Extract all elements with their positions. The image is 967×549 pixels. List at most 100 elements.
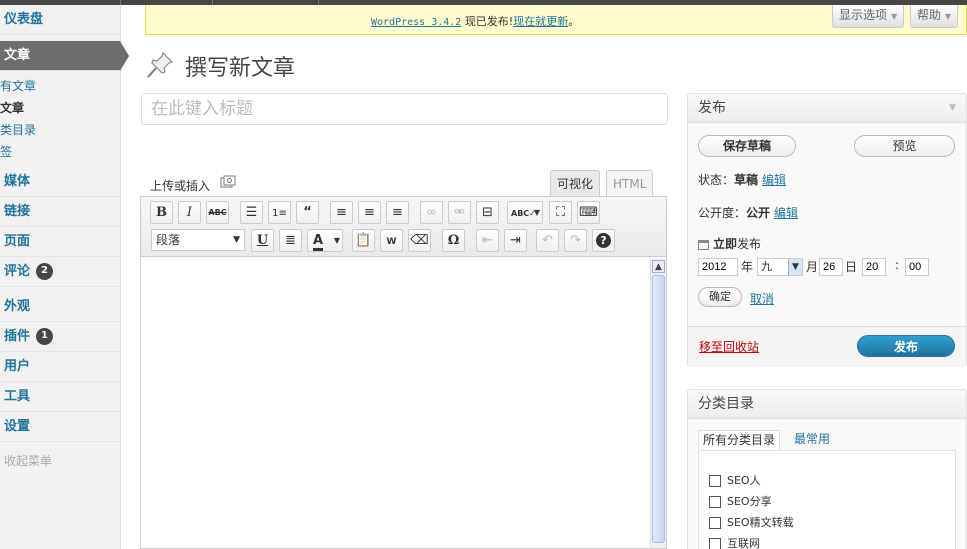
month-select[interactable]: 九 ▼	[757, 258, 803, 276]
checkbox[interactable]	[709, 538, 721, 549]
menu-posts[interactable]: 文章	[0, 41, 129, 71]
publish-label-suffix: 发布	[737, 237, 762, 251]
menu-tools[interactable]: 工具	[0, 382, 120, 412]
menu-appearance[interactable]: 外观	[0, 292, 120, 322]
editor-scrollbar[interactable]: ▲	[650, 258, 666, 548]
justify-button[interactable]: ≣	[279, 229, 302, 252]
underline-button[interactable]: U	[251, 229, 274, 252]
spellcheck-button[interactable]: ABC✓ ▼	[507, 201, 543, 224]
day-unit: 日	[845, 260, 858, 274]
undo-button[interactable]: ↶	[536, 229, 559, 252]
month-value: 九	[761, 260, 772, 273]
menu-settings[interactable]: 设置	[0, 412, 120, 442]
submenu-all-posts[interactable]: 有文章	[0, 77, 36, 95]
category-item[interactable]: SEO分享	[709, 495, 772, 509]
omega-icon: Ω	[447, 233, 460, 248]
insert-more-button[interactable]: ⊟	[476, 201, 499, 224]
fullscreen-button[interactable]: ⛶	[549, 201, 572, 224]
add-media-icon[interactable]	[220, 174, 236, 190]
update-now-link[interactable]: 现在就更新	[513, 15, 568, 28]
align-left-icon: ≡	[336, 205, 347, 220]
strikethrough-button[interactable]: ABC	[206, 201, 229, 224]
kitchen-sink-button[interactable]: ⌨	[577, 201, 600, 224]
tab-most-used[interactable]: 最常用	[790, 430, 834, 451]
menu-dashboard[interactable]: 仪表盘	[0, 5, 120, 35]
category-label: SEO人	[727, 474, 761, 487]
edit-visibility-link[interactable]: 编辑	[774, 206, 798, 220]
align-right-button[interactable]: ≡	[386, 201, 409, 224]
unlink-button[interactable]: ⚮	[448, 201, 471, 224]
indent-button[interactable]: ⇥	[504, 229, 527, 252]
bold-button[interactable]: B	[150, 201, 173, 224]
align-center-button[interactable]: ≡	[358, 201, 381, 224]
menu-users[interactable]: 用户	[0, 352, 120, 382]
paste-text-icon: 📋	[355, 233, 372, 248]
ok-button[interactable]: 确定	[698, 287, 742, 307]
collapse-menu[interactable]: 收起菜单	[4, 452, 52, 469]
format-select-value: 段落	[156, 233, 181, 247]
checkbox[interactable]	[709, 475, 721, 487]
checkbox[interactable]	[709, 517, 721, 529]
version-link[interactable]: WordPress 3.4.2	[371, 17, 461, 28]
hour-input[interactable]	[862, 258, 886, 276]
blockquote-button[interactable]: “	[296, 201, 319, 224]
outdent-button[interactable]: ⇤	[476, 229, 499, 252]
redo-button[interactable]: ↷	[564, 229, 587, 252]
menu-media[interactable]: 媒体	[0, 167, 120, 197]
menu-plugins[interactable]: 插件 1	[0, 322, 120, 352]
bullet-list-icon: ☰	[245, 205, 258, 220]
edit-status-link[interactable]: 编辑	[762, 173, 786, 187]
format-select[interactable]: 段落 ▼	[151, 229, 245, 251]
notice-text: 现已发布!	[464, 15, 514, 28]
align-left-button[interactable]: ≡	[330, 201, 353, 224]
bulleted-list-button[interactable]: ☰	[240, 201, 263, 224]
editor-content-area[interactable]	[141, 258, 650, 548]
help-button[interactable]: 帮助 ▼	[910, 5, 959, 28]
day-input[interactable]	[819, 258, 843, 276]
submenu-new-post[interactable]: 文章	[0, 99, 24, 117]
chevron-down-icon: ▼	[945, 12, 952, 21]
submenu-tags[interactable]: 签	[0, 143, 12, 161]
numbered-list-button[interactable]: 1≡	[268, 201, 291, 224]
calendar-icon	[698, 239, 709, 250]
tab-html[interactable]: HTML	[606, 170, 654, 197]
tab-visual[interactable]: 可视化	[550, 170, 601, 197]
link-icon: ∞	[426, 205, 437, 220]
italic-button[interactable]: I	[178, 201, 201, 224]
year-input[interactable]	[698, 258, 738, 276]
menu-pages[interactable]: 页面	[0, 227, 120, 257]
publish-box-header[interactable]: 发布 ▼	[688, 94, 966, 123]
chevron-down-icon[interactable]: ▼	[949, 94, 956, 123]
submenu-categories[interactable]: 类目录	[0, 121, 36, 139]
move-to-trash-link[interactable]: 移至回收站	[699, 338, 759, 355]
cancel-link[interactable]: 取消	[750, 290, 774, 307]
paste-word-button[interactable]: W	[380, 229, 403, 252]
category-item[interactable]: SEO人	[709, 474, 761, 488]
screen-options-button[interactable]: 显示选项 ▼	[832, 5, 905, 28]
text-color-button[interactable]: A ▼	[307, 229, 343, 252]
menu-comments[interactable]: 评论 2	[0, 257, 120, 287]
align-center-icon: ≡	[364, 205, 375, 220]
special-character-button[interactable]: Ω	[442, 229, 465, 252]
insert-link-button[interactable]: ∞	[420, 201, 443, 224]
minute-input[interactable]	[905, 258, 929, 276]
category-item[interactable]: SEO精文转载	[709, 516, 794, 530]
preview-button[interactable]: 预览	[854, 135, 955, 157]
menu-label: 链接	[4, 204, 31, 219]
undo-icon: ↶	[542, 233, 553, 248]
scroll-up-icon[interactable]: ▲	[652, 260, 665, 273]
menu-links[interactable]: 链接	[0, 197, 120, 227]
categories-box-header[interactable]: 分类目录	[688, 390, 966, 419]
save-draft-button[interactable]: 保存草稿	[698, 135, 796, 157]
paste-text-button[interactable]: 📋	[352, 229, 375, 252]
post-title-input[interactable]	[141, 93, 668, 125]
publish-button[interactable]: 发布	[857, 335, 955, 357]
scroll-thumb[interactable]	[652, 275, 665, 543]
help-editor-button[interactable]: ?	[592, 229, 615, 252]
notice-end: 。	[568, 15, 580, 28]
checkbox[interactable]	[709, 496, 721, 508]
month-unit: 月	[806, 260, 819, 274]
category-item[interactable]: 互联网	[709, 537, 760, 549]
tab-all-categories[interactable]: 所有分类目录	[698, 430, 781, 451]
clear-formatting-button[interactable]: ⌫	[408, 229, 431, 252]
